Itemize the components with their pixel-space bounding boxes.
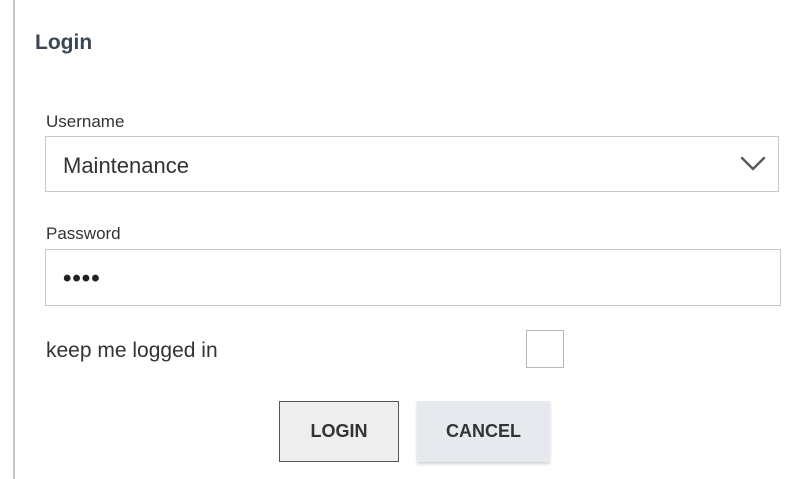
login-dialog: Login Username Maintenance Password ••••… xyxy=(15,0,798,479)
keep-logged-in-label: keep me logged in xyxy=(46,339,218,362)
username-select[interactable]: Maintenance xyxy=(45,136,779,192)
username-label: Username xyxy=(46,112,125,131)
password-field[interactable]: •••• xyxy=(45,249,781,306)
username-selected-value: Maintenance xyxy=(63,153,189,178)
chevron-down-icon[interactable] xyxy=(740,156,766,172)
login-button[interactable]: LOGIN xyxy=(279,401,399,462)
cancel-button[interactable]: CANCEL xyxy=(417,401,550,462)
password-masked-value: •••• xyxy=(63,265,101,292)
keep-logged-in-checkbox[interactable] xyxy=(526,330,564,368)
dialog-title: Login xyxy=(35,31,93,54)
password-label: Password xyxy=(46,224,121,243)
